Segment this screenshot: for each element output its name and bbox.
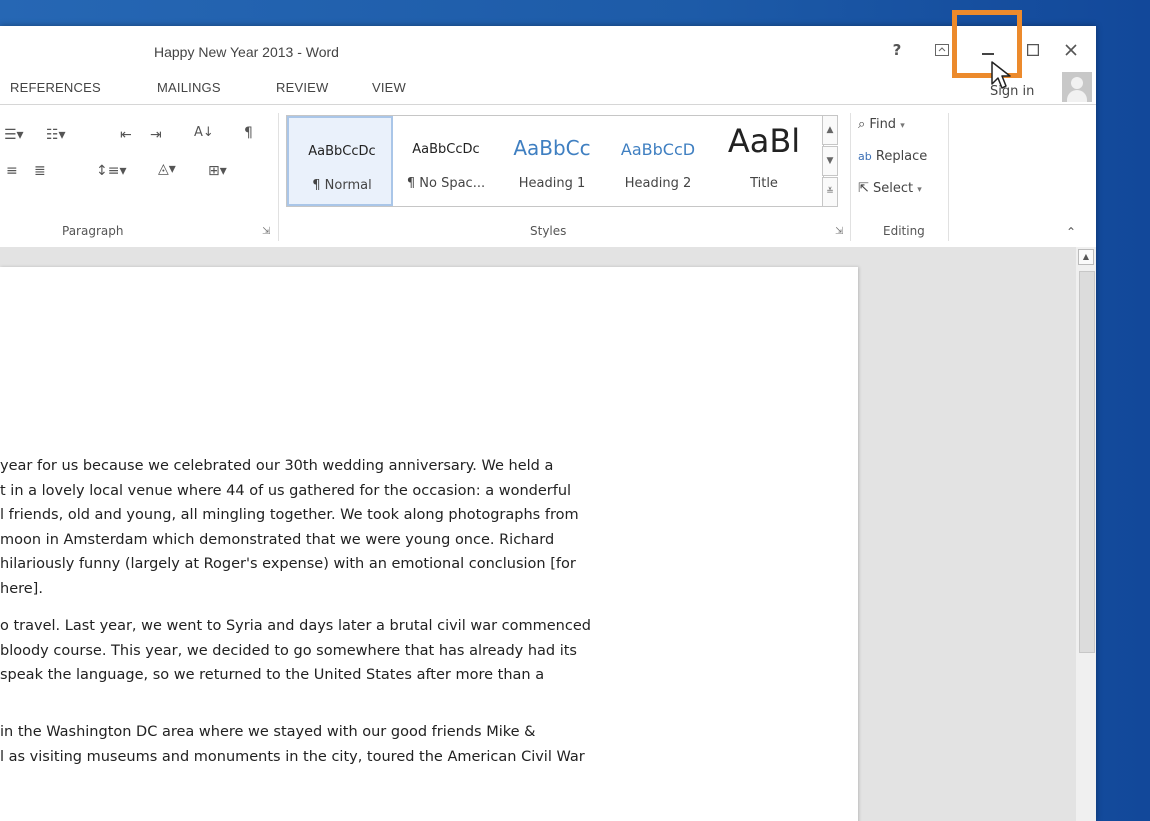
style-normal[interactable]: AaBbCcDc ¶ Normal — [287, 116, 393, 206]
chevron-down-icon: ▾ — [900, 121, 905, 131]
text-line: in the Washington DC area where we staye… — [0, 724, 536, 740]
style-name: Title — [750, 176, 778, 191]
decrease-indent-icon[interactable]: ⇤ — [120, 127, 132, 143]
select-button[interactable]: ⇱ Select ▾ — [858, 181, 922, 196]
paragraph-launcher-icon[interactable]: ⇲ — [262, 226, 270, 237]
styles-gallery: AaBbCcDc ¶ Normal AaBbCcDc ¶ No Spac... … — [286, 115, 824, 207]
select-label: Select — [873, 181, 914, 196]
style-preview: AaBbCcDc — [412, 142, 480, 157]
style-preview: AaBbCcD — [620, 140, 696, 159]
tab-review[interactable]: REVIEW — [276, 80, 328, 95]
paragraph-3: in the Washington DC area where we staye… — [0, 720, 858, 769]
style-heading-1[interactable]: AaBbCc Heading 1 — [499, 116, 605, 206]
scroll-up-icon[interactable]: ▲ — [1078, 249, 1094, 265]
replace-label: Replace — [875, 149, 928, 164]
tab-mailings[interactable]: MAILINGS — [157, 80, 221, 95]
style-preview: AaBl — [727, 122, 801, 160]
paragraph-1: year for us because we celebrated our 30… — [0, 454, 858, 601]
text-line: moon in Amsterdam which demonstrated tha… — [0, 531, 555, 548]
gallery-up-icon[interactable]: ▲ — [822, 115, 838, 145]
align-right-icon[interactable]: ≡ — [6, 163, 18, 179]
ribbon-display-icon — [935, 44, 949, 56]
gallery-scroll: ▲ ▼ ≚ — [822, 115, 838, 207]
ribbon: ☰▾ ☷▾ ⇤ ⇥ A↓ ¶ ≡ ≣ ↕≡▾ ◬▾ ⊞▾ Paragraph ⇲… — [0, 104, 1096, 248]
tab-view[interactable]: VIEW — [372, 80, 406, 95]
multilevel-list-icon[interactable]: ☷▾ — [46, 127, 66, 143]
justify-icon[interactable]: ≣ — [34, 163, 46, 179]
group-divider — [850, 113, 851, 241]
chevron-down-icon: ▾ — [917, 185, 922, 195]
find-button[interactable]: ⌕ Find ▾ — [858, 117, 905, 132]
style-preview: AaBbCc — [513, 136, 591, 160]
binoculars-icon: ⌕ — [858, 117, 866, 132]
paragraph-group-label: Paragraph — [62, 224, 124, 238]
borders-icon[interactable]: ⊞▾ — [208, 163, 227, 179]
close-icon — [1065, 44, 1077, 56]
text-line: l friends, old and young, all mingling t… — [0, 507, 579, 523]
title-bar: Happy New Year 2013 - Word ? — [0, 26, 1096, 70]
style-heading-2[interactable]: AaBbCcD Heading 2 — [605, 116, 711, 206]
close-button[interactable] — [1056, 36, 1086, 64]
scroll-thumb[interactable] — [1079, 271, 1095, 653]
styles-group-label: Styles — [530, 224, 567, 238]
find-label: Find — [869, 117, 897, 132]
select-arrow-icon: ⇱ — [858, 181, 869, 196]
word-window: Happy New Year 2013 - Word ? REFERENCES — [0, 26, 1096, 821]
line-spacing-icon[interactable]: ↕≡▾ — [96, 163, 127, 179]
text-line: bloody course. This year, we decided to … — [0, 642, 577, 659]
group-divider — [948, 113, 949, 241]
style-name: Heading 1 — [518, 176, 586, 191]
styles-launcher-icon[interactable]: ⇲ — [835, 226, 843, 237]
shading-icon[interactable]: ◬▾ — [158, 161, 176, 177]
style-preview: AaBbCcDc — [308, 144, 376, 159]
text-line: year for us because we celebrated our 30… — [0, 458, 554, 474]
style-name: ¶ Normal — [312, 178, 372, 193]
tab-references[interactable]: REFERENCES — [10, 80, 101, 95]
style-no-spacing[interactable]: AaBbCcDc ¶ No Spac... — [393, 116, 499, 206]
text-line: here]. — [0, 580, 43, 597]
text-line: t in a lovely local venue where 44 of us… — [0, 482, 572, 499]
mouse-cursor-icon — [991, 61, 1011, 89]
collapse-ribbon-icon[interactable]: ⌃ — [1066, 225, 1076, 239]
avatar-head — [1071, 77, 1083, 89]
text-line: l as visiting museums and monuments in t… — [0, 748, 585, 765]
window-title: Happy New Year 2013 - Word — [154, 44, 339, 60]
bullets-icon[interactable]: ☰▾ — [4, 127, 24, 143]
maximize-button[interactable] — [1018, 36, 1048, 64]
avatar-body — [1067, 90, 1087, 102]
ribbon-tabs: REFERENCES MAILINGS REVIEW VIEW — [0, 76, 1096, 104]
increase-indent-icon[interactable]: ⇥ — [150, 127, 162, 143]
document-area: year for us because we celebrated our 30… — [0, 247, 1076, 821]
replace-button[interactable]: ab Replace — [858, 149, 927, 164]
avatar[interactable] — [1062, 72, 1092, 102]
paragraph-2: o travel. Last year, we went to Syria an… — [0, 614, 858, 688]
replace-icon: ab — [858, 150, 872, 163]
style-title[interactable]: AaBl Title — [711, 116, 817, 206]
sort-icon[interactable]: A↓ — [194, 125, 214, 140]
style-name: Heading 2 — [624, 176, 692, 191]
vertical-scrollbar[interactable]: ▲ — [1076, 247, 1096, 821]
document-page[interactable]: year for us because we celebrated our 30… — [0, 267, 858, 821]
help-button[interactable]: ? — [882, 36, 912, 64]
group-divider — [278, 113, 279, 241]
style-name: ¶ No Spac... — [406, 176, 486, 191]
text-line: speak the language, so we returned to th… — [0, 667, 545, 683]
editing-group-label: Editing — [883, 224, 925, 238]
pilcrow-icon[interactable]: ¶ — [244, 125, 253, 141]
text-line: o travel. Last year, we went to Syria an… — [0, 618, 591, 634]
gallery-more-icon[interactable]: ≚ — [822, 177, 838, 207]
text-line: hilariously funny (largely at Roger's ex… — [0, 556, 576, 572]
gallery-down-icon[interactable]: ▼ — [822, 146, 838, 176]
maximize-icon — [1026, 43, 1040, 57]
